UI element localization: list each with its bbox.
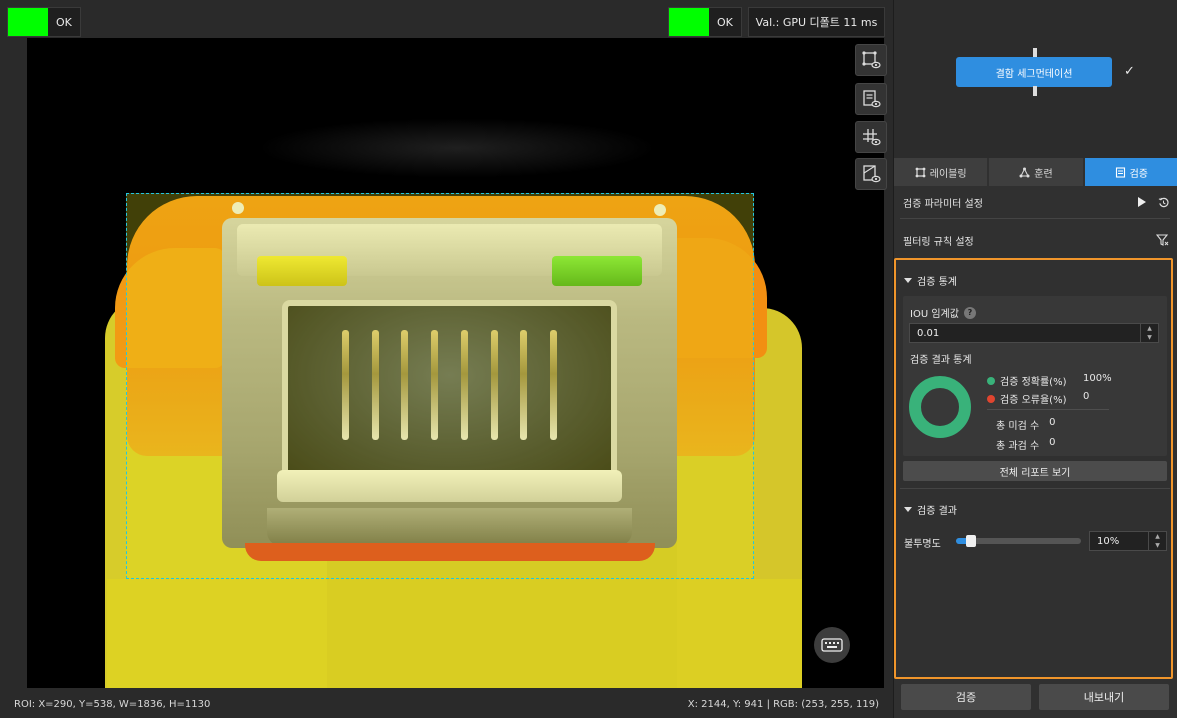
validation-icon: [1115, 166, 1125, 178]
roi-readout: ROI: X=290, Y=538, W=1836, H=1130: [14, 698, 211, 710]
mask-view-button[interactable]: [855, 158, 887, 190]
error-value: 0: [1083, 391, 1090, 402]
opacity-value: 10%: [1097, 535, 1120, 547]
grid-view-icon: [863, 129, 881, 146]
flow-area: 결함 세그먼테이션 ✓: [894, 0, 1177, 158]
export-button[interactable]: 내보내기: [1039, 684, 1169, 710]
training-icon: [1019, 167, 1030, 177]
collapse-caret-icon: [904, 278, 912, 283]
over-label: 총 과검 수: [996, 441, 1040, 452]
iou-label: IOU 임계값: [910, 309, 959, 320]
stepper-down-icon[interactable]: ▼: [1149, 541, 1166, 550]
iou-value: 0.01: [917, 327, 940, 339]
left-status-swatch: [8, 8, 48, 36]
module-tabs: 레이블링 훈련 검증: [894, 158, 1177, 186]
roi-view-button[interactable]: [855, 44, 887, 76]
error-label: 검증 오류율(%): [1000, 395, 1067, 406]
accuracy-donut-chart: [909, 376, 971, 438]
tab-training[interactable]: 훈련: [989, 158, 1083, 186]
divider: [900, 218, 1170, 219]
stepper-down-icon[interactable]: ▼: [1141, 333, 1158, 342]
right-status-label: OK: [717, 15, 733, 29]
param-settings-row[interactable]: 검증 파라미터 설정: [894, 187, 1177, 217]
play-icon[interactable]: [1138, 197, 1146, 207]
right-status-swatch: [669, 8, 709, 36]
accuracy-dot: [987, 376, 995, 385]
result-view-button[interactable]: [855, 83, 887, 115]
right-status-chip: OK: [668, 7, 742, 37]
labeling-icon: [915, 167, 926, 177]
over-count-row: 총 과검 수 0: [996, 437, 1056, 452]
filter-settings-icon[interactable]: [1156, 234, 1169, 246]
divider: [900, 488, 1170, 489]
full-report-button[interactable]: 전체 리포트 보기: [903, 461, 1167, 481]
opacity-input[interactable]: 10% ▲ ▼: [1089, 531, 1167, 551]
cursor-readout: X: 2144, Y: 941 | RGB: (253, 255, 119): [687, 698, 879, 710]
stats-section-title: 검증 통계: [917, 277, 957, 288]
stepper-up-icon[interactable]: ▲: [1141, 324, 1158, 333]
iou-stepper[interactable]: ▲ ▼: [1140, 324, 1158, 342]
grid-view-button[interactable]: [855, 121, 887, 153]
error-dot: [987, 394, 995, 403]
legend-divider: [987, 409, 1109, 410]
left-status-chip: OK: [7, 7, 81, 37]
check-icon: ✓: [1124, 64, 1135, 79]
result-stats-label: 검증 결과 통계: [910, 355, 972, 366]
results-section-header[interactable]: 검증 결과: [904, 502, 957, 517]
roi-view-icon: [862, 51, 881, 69]
missed-count-row: 총 미검 수 0: [996, 417, 1056, 432]
keyboard-button[interactable]: [814, 627, 850, 663]
history-icon[interactable]: [1158, 197, 1169, 208]
right-panel: 결함 세그먼테이션 ✓ 레이블링 훈련 검증 검증 파라미터 설정 필터링 규칙…: [893, 0, 1177, 718]
validation-time-chip: Val.: GPU 디폴트 11 ms: [748, 7, 885, 37]
error-legend: 검증 오류율(%): [987, 391, 1066, 406]
opacity-slider[interactable]: [956, 535, 1081, 547]
filter-settings-label: 필터링 규칙 설정: [903, 236, 974, 248]
mask-view-icon: [863, 165, 881, 183]
opacity-label: 불투명도: [904, 539, 941, 550]
over-value: 0: [1049, 437, 1056, 448]
viewer-footer: ROI: X=290, Y=538, W=1836, H=1130 X: 214…: [0, 690, 893, 718]
background-glow: [257, 118, 657, 178]
results-section-title: 검증 결과: [917, 506, 957, 517]
collapse-caret-icon: [904, 507, 912, 512]
roi-rectangle[interactable]: [126, 193, 754, 579]
defect-overlay-lower: [107, 579, 802, 688]
keyboard-icon: [821, 638, 843, 652]
filter-settings-row[interactable]: 필터링 규칙 설정: [894, 225, 1177, 255]
tab-training-label: 훈련: [1034, 168, 1053, 180]
stepper-up-icon[interactable]: ▲: [1149, 532, 1166, 541]
accuracy-label: 검증 정확률(%): [1000, 377, 1067, 388]
result-view-icon: [863, 90, 881, 108]
defect-segmentation-node[interactable]: 결함 세그먼테이션: [956, 57, 1112, 87]
help-icon[interactable]: ?: [963, 306, 976, 319]
tab-validation-label: 검증: [1129, 168, 1149, 180]
flow-connector-bottom: [1033, 86, 1037, 96]
param-settings-label: 검증 파라미터 설정: [903, 198, 983, 210]
tab-validation[interactable]: 검증: [1084, 158, 1177, 186]
opacity-slider-thumb[interactable]: [966, 535, 976, 547]
image-viewer[interactable]: OK OK Val.: GPU 디폴트 11 ms ROI: X=290, Y=…: [0, 0, 893, 718]
accuracy-legend: 검증 정확률(%): [987, 373, 1066, 388]
validate-button[interactable]: 검증: [901, 684, 1031, 710]
iou-label-group: IOU 임계값 ?: [910, 305, 976, 320]
opacity-stepper[interactable]: ▲ ▼: [1148, 532, 1166, 550]
accuracy-value: 100%: [1083, 373, 1112, 384]
iou-threshold-input[interactable]: 0.01 ▲ ▼: [909, 323, 1159, 343]
tab-labeling-label: 레이블링: [929, 168, 967, 180]
tab-labeling[interactable]: 레이블링: [894, 158, 988, 186]
missed-value: 0: [1049, 417, 1056, 428]
stats-section-header[interactable]: 검증 통계: [904, 273, 957, 288]
missed-label: 총 미검 수: [996, 421, 1040, 432]
image-canvas[interactable]: [27, 38, 884, 688]
left-status-label: OK: [56, 15, 72, 29]
